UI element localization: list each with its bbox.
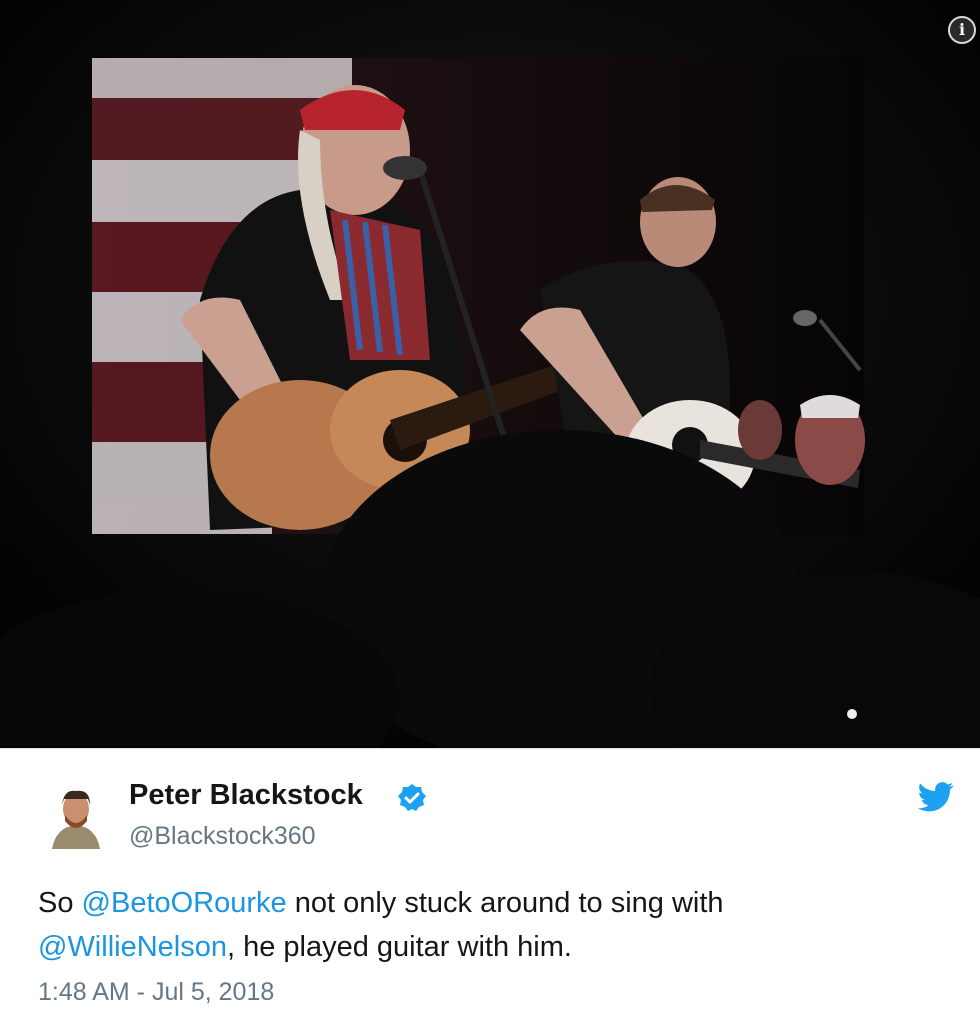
tweet-text-part: So [38, 887, 82, 919]
twitter-bird-icon[interactable] [918, 782, 954, 812]
tweet-timestamp[interactable]: 1:48 AM - Jul 5, 2018 [38, 978, 274, 1007]
info-icon[interactable]: i [948, 16, 976, 44]
verified-badge-icon [398, 784, 426, 811]
author-name[interactable]: Peter Blackstock [129, 779, 363, 812]
tweet-card: Peter Blackstock @Blackstock360 So @Beto… [0, 749, 980, 1017]
mention-link-beto[interactable]: @BetoORourke [82, 887, 287, 919]
author-handle[interactable]: @Blackstock360 [129, 822, 316, 851]
concert-photo [0, 0, 980, 748]
avatar[interactable] [48, 785, 104, 849]
tweet-photo[interactable]: i [0, 0, 980, 748]
tweet-text: So @BetoORourke not only stuck around to… [38, 881, 938, 969]
tweet-text-part: , he played guitar with him. [226, 931, 572, 963]
stage-light [847, 709, 857, 719]
mention-link-willie[interactable]: @WillieNelson [38, 931, 227, 963]
tweet-text-part: not only stuck around to sing with [286, 887, 724, 919]
